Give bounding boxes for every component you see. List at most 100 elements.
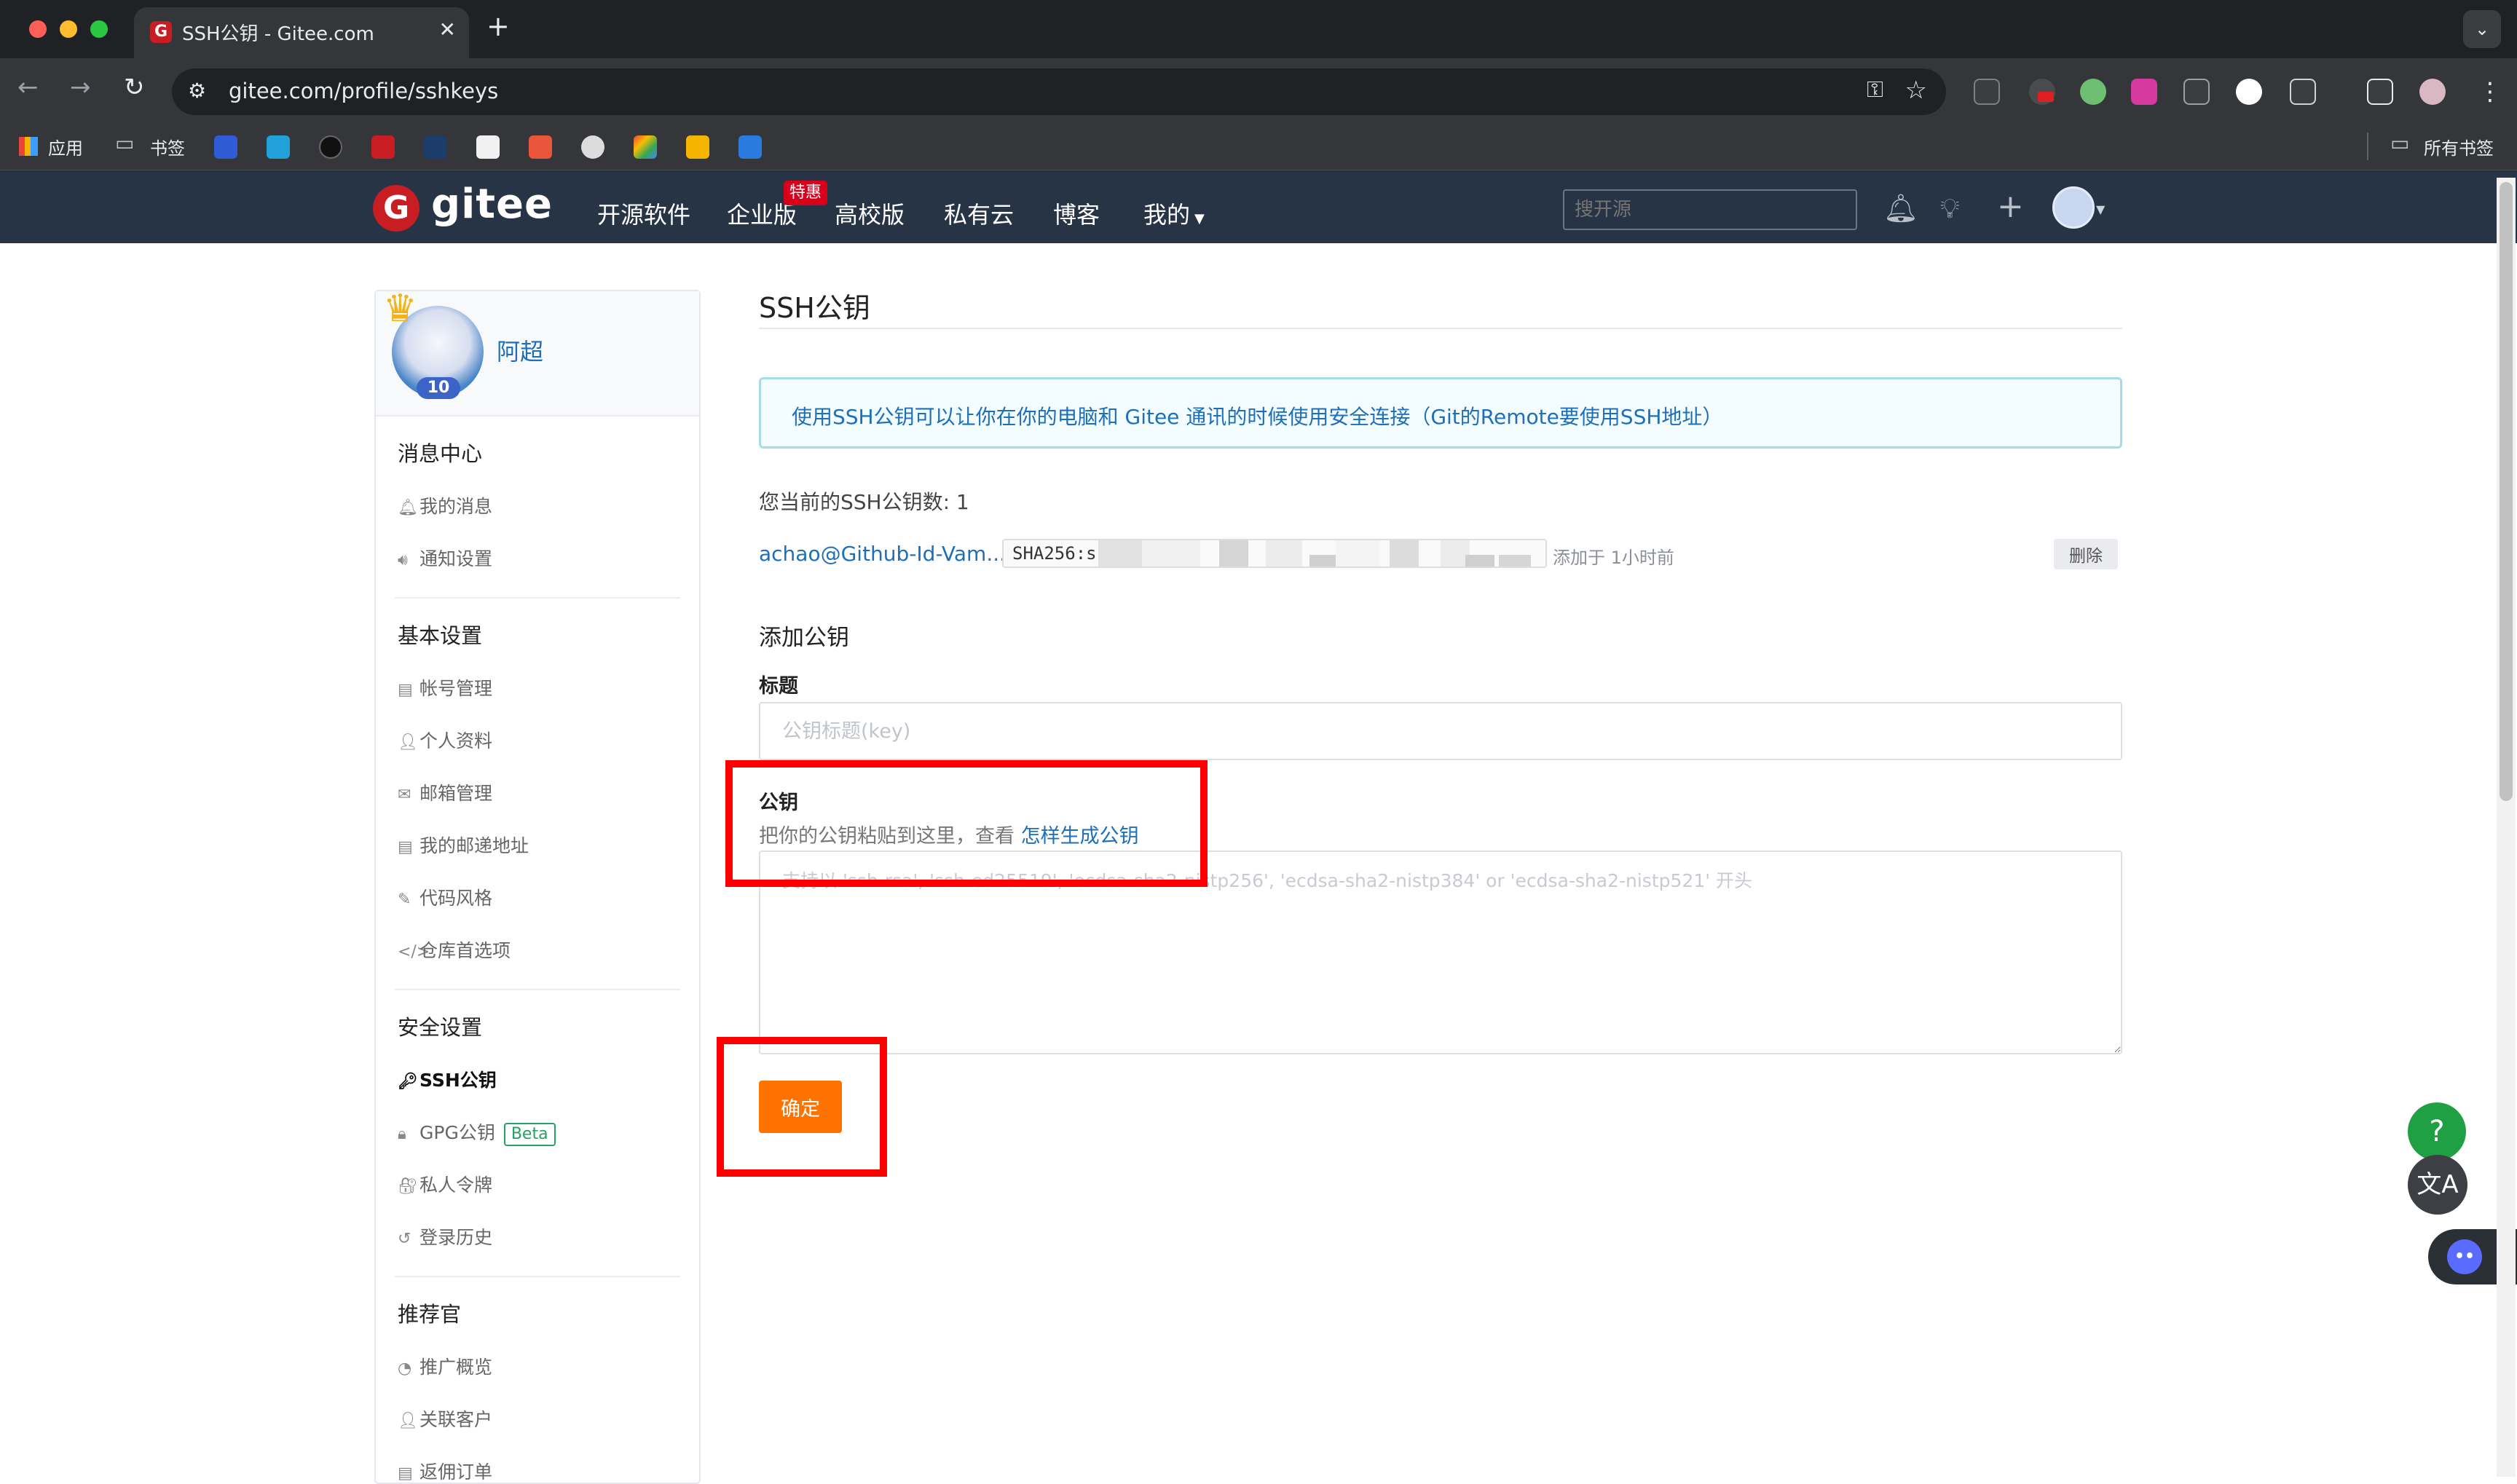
bot-face-icon: •• [2447,1239,2482,1274]
page-title: SSH公钥 [759,292,870,324]
ssh-key-count: 您当前的SSH公钥数: 1 [759,490,969,514]
user-icon: 👤︎ [398,733,418,751]
extension-icon-3[interactable] [2080,79,2106,105]
sidebar-item-linked-customers[interactable]: 👤︎关联客户 [398,1405,492,1432]
extension-icon-4[interactable] [2131,79,2157,105]
tab-title: SSH公钥 - Gitee.com [182,23,374,45]
nav-education[interactable]: 高校版 [835,197,905,230]
plus-icon[interactable]: + [1997,188,2024,225]
gmail-bookmark-icon[interactable] [634,135,657,159]
sidebar-item-ssh-keys[interactable]: 🔑︎SSH公钥 [398,1066,497,1092]
profile-card: ♛ 10 阿超 [376,287,699,417]
bookmark-folder[interactable]: 书签 [150,134,185,159]
ssh-key-name-link[interactable]: achao@Github-Id-Vam... [759,542,1006,566]
scrollbar-thumb[interactable] [2500,182,2513,801]
sidebar-item-code-style[interactable]: ✎ 代码风格 [398,884,492,910]
key-title-input[interactable] [759,702,2122,760]
gitee-favicon-icon: G [150,21,172,43]
mosaic-block [1336,540,1379,567]
gitee-bookmark-icon[interactable] [371,135,395,159]
sidebar-item-my-messages[interactable]: 🔔︎我的消息 [398,492,492,518]
add-key-heading: 添加公钥 [759,625,849,651]
bookmark-icon-8[interactable] [581,135,604,159]
tab-search-chevron-icon[interactable]: ⌄ [2463,10,2501,48]
baidu-bookmark-icon[interactable] [214,135,237,159]
bookmark-star-icon[interactable]: ☆ [1905,76,1927,105]
sidebar-item-gpg-keys[interactable]: 🔒︎ GPG公钥 Beta [398,1118,556,1146]
envelope-icon: ✉ [398,786,411,804]
all-bookmarks-folder-icon: ▭ [2390,131,2410,155]
help-button[interactable]: ? [2408,1102,2466,1161]
minimize-window-button[interactable] [60,20,77,38]
gitee-header: G gitee 开源软件 企业版 特惠 高校版 私有云 博客 我的▼ 🔔︎ 💡︎… [0,170,2517,243]
extension-icon-6[interactable] [2236,79,2262,105]
bookmark-icon-7[interactable] [529,135,552,159]
sidebar-item-mailing-address[interactable]: ▤ 我的邮递地址 [398,832,529,858]
url-text[interactable]: gitee.com/profile/sshkeys [229,79,498,103]
apps-grid-icon[interactable] [19,137,38,156]
bilibili-bookmark-icon[interactable] [267,135,290,159]
sidebar-item-login-history[interactable]: ↺ 登录历史 [398,1223,492,1250]
sidebar-item-repo-preferences[interactable]: </>仓库首选项 [398,936,511,963]
translate-icon[interactable]: 文A [2408,1155,2467,1215]
browser-tab[interactable]: G SSH公钥 - Gitee.com ✕ [134,7,469,58]
maximize-window-button[interactable] [90,20,108,38]
header-avatar[interactable] [2052,186,2095,229]
password-key-icon[interactable]: ⚿ [1867,77,1883,103]
side-panel-icon[interactable] [2367,79,2393,105]
new-tab-button[interactable]: + [487,10,510,42]
sidebar-divider [395,597,680,599]
sidebar-item-profile[interactable]: 👤︎个人资料 [398,727,492,753]
bell-icon[interactable]: 🔔︎ [1883,192,1918,225]
bookmark-icon-6[interactable] [476,135,500,159]
avatar-caret-icon[interactable]: ▼ [2096,202,2105,216]
sidebar-item-commission-orders[interactable]: ▤ 返佣订单 [398,1458,492,1484]
browser-tab-strip: G SSH公钥 - Gitee.com ✕ + ⌄ [0,0,2517,58]
sidebar-item-private-tokens[interactable]: 🔐︎私人令牌 [398,1171,492,1197]
sidebar-item-account[interactable]: ▤ 帐号管理 [398,674,492,700]
nav-open-source[interactable]: 开源软件 [597,197,690,230]
site-settings-icon[interactable]: ⚙ [188,79,206,103]
sidebar-divider [395,989,680,990]
caret-down-icon: ▼ [1194,211,1205,226]
dashboard-icon: ◔ [398,1359,412,1378]
nav-mine[interactable]: 我的 ▼ [1143,197,1205,230]
address-bar[interactable]: ⚙ gitee.com/profile/sshkeys ⚿ ☆ [172,68,1946,115]
mosaic-block [1266,540,1302,567]
username-link[interactable]: 阿超 [497,333,543,367]
document-icon: ▤ [398,1464,413,1483]
forward-arrow-icon[interactable]: → [70,73,91,102]
gitee-logo-icon[interactable]: G [373,185,420,232]
info-banner: 使用SSH公钥可以让你在你的电脑和 Gitee 通讯的时候使用安全连接（Git的… [759,377,2122,449]
nav-blog[interactable]: 博客 [1053,197,1100,230]
sidebar-item-notification-settings[interactable]: 🔊︎ 通知设置 [398,545,492,571]
gitee-logo-text[interactable]: gitee [431,181,553,228]
bookmark-all[interactable]: 所有书签 [2424,134,2494,159]
nav-private-cloud[interactable]: 私有云 [944,197,1014,230]
github-bookmark-icon[interactable] [319,135,342,159]
address-card-icon: ▤ [398,838,413,856]
sidebar-item-email[interactable]: ✉ 邮箱管理 [398,779,492,805]
tab-close-icon[interactable]: ✕ [439,17,456,42]
bookmark-apps[interactable]: 应用 [48,134,83,159]
bookmark-icon-10[interactable] [686,135,709,159]
back-arrow-icon[interactable]: ← [17,73,39,102]
bookmark-icon-5[interactable] [424,135,447,159]
lock-icon: 🔒︎ [398,1125,406,1143]
reload-icon[interactable]: ↻ [124,73,145,102]
extensions-puzzle-icon[interactable] [2290,79,2316,105]
close-window-button[interactable] [29,20,47,38]
lightbulb-icon[interactable]: 💡︎ [1940,192,1960,225]
user-link-icon: 👤︎ [398,1412,418,1430]
sidebar-item-promo-overview[interactable]: ◔ 推广概览 [398,1353,492,1379]
section-title-messages: 消息中心 [398,441,483,466]
profile-avatar-icon[interactable] [2419,79,2446,105]
settings-sidebar: ♛ 10 阿超 消息中心 🔔︎我的消息 🔊︎ 通知设置 基本设置 ▤ 帐号管理 👤︎… [374,287,701,1484]
extension-icon-5[interactable] [2183,79,2210,105]
bookmark-icon-11[interactable] [738,135,762,159]
delete-key-button[interactable]: 删除 [2054,539,2118,569]
extension-icon-1[interactable] [1974,79,2000,105]
browser-menu-icon[interactable]: ⋮ [2478,77,2502,106]
promo-badge: 特惠 [784,181,828,205]
header-search-input[interactable] [1563,189,1857,230]
